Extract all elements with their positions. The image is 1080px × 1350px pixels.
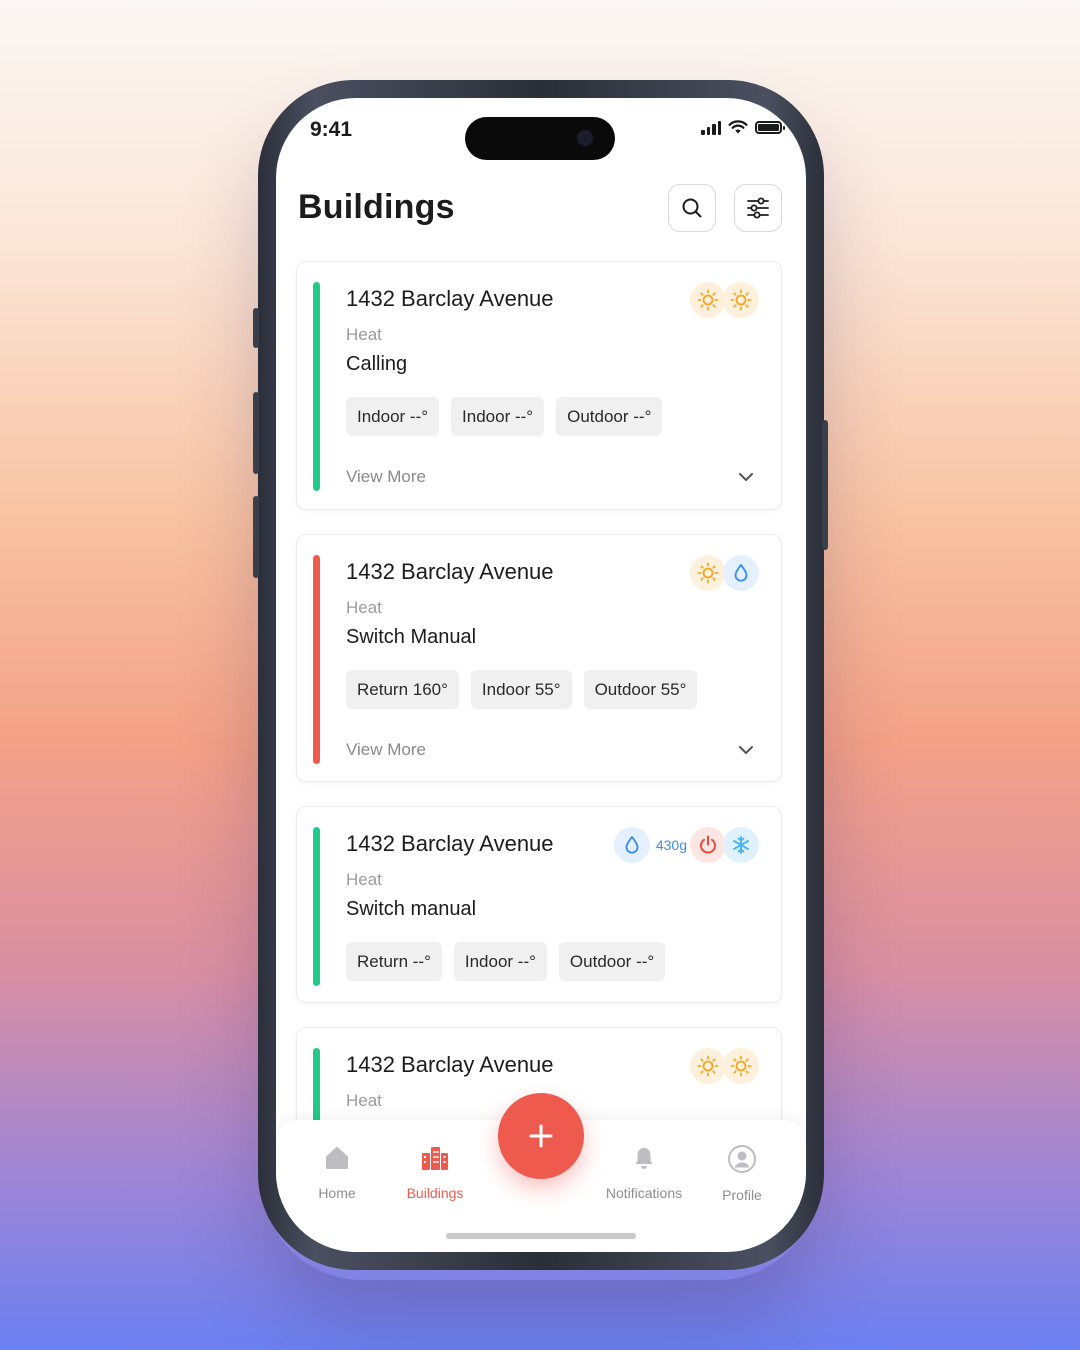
tab-label: Notifications xyxy=(605,1185,683,1201)
power-icon xyxy=(690,827,726,863)
page-title: Buildings xyxy=(298,188,455,226)
system-status: Calling xyxy=(346,353,408,375)
sun-icon xyxy=(690,555,726,591)
temperature-chip: Indoor --° xyxy=(451,397,545,436)
system-type: Heat xyxy=(346,325,382,344)
home-icon xyxy=(326,1147,348,1169)
status-accent-bar xyxy=(313,282,320,491)
side-button-power xyxy=(822,420,828,550)
temperature-chip: Outdoor 55° xyxy=(583,670,698,709)
tab-notifications[interactable]: Notifications xyxy=(598,1144,690,1201)
status-accent-bar xyxy=(313,827,320,986)
temperature-chip: Indoor --° xyxy=(346,397,440,436)
mode-badges xyxy=(690,555,759,591)
side-button-silent xyxy=(253,308,259,348)
building-card[interactable]: 1432 Barclay Avenue Heat Calling Indoor … xyxy=(296,261,782,510)
search-icon xyxy=(682,198,702,218)
system-status: Switch manual xyxy=(346,898,477,920)
tab-label: Profile xyxy=(722,1187,762,1203)
sun-icon xyxy=(723,282,759,318)
home-indicator[interactable] xyxy=(446,1233,636,1239)
signal-icon xyxy=(701,120,721,135)
status-time: 9:41 xyxy=(310,118,353,141)
system-type: Heat xyxy=(346,870,382,889)
water-level-text: 430g xyxy=(655,837,687,853)
temperature-chip: Return --° xyxy=(346,942,442,981)
temperature-chip: Indoor 55° xyxy=(470,670,572,709)
filter-button[interactable] xyxy=(734,184,782,232)
system-type: Heat xyxy=(346,598,382,617)
building-card[interactable]: 1432 Barclay Avenue Heat Switch Manual R… xyxy=(296,534,782,782)
wifi-icon xyxy=(728,120,748,134)
temperature-chip: Outdoor --° xyxy=(558,942,666,981)
building-address: 1432 Barclay Avenue xyxy=(346,831,554,856)
temperature-chips: Return 160° Indoor 55° Outdoor 55° xyxy=(346,670,698,709)
battery-icon xyxy=(755,121,785,134)
temperature-chips: Return --° Indoor --° Outdoor --° xyxy=(346,942,666,981)
status-accent-bar xyxy=(313,555,320,764)
side-button-volume-down xyxy=(253,496,259,578)
temperature-chip: Return 160° xyxy=(346,670,459,709)
tab-label: Buildings xyxy=(406,1185,464,1201)
side-button-volume-up xyxy=(253,392,259,474)
water-drop-icon xyxy=(613,827,650,863)
chevron-down-icon[interactable] xyxy=(737,741,755,759)
building-address: 1432 Barclay Avenue xyxy=(346,559,554,584)
add-building-button[interactable] xyxy=(498,1093,584,1179)
water-drop-icon xyxy=(723,555,759,591)
tab-home[interactable]: Home xyxy=(312,1144,362,1201)
chevron-down-icon[interactable] xyxy=(737,468,755,486)
dynamic-island xyxy=(465,117,615,160)
tab-profile[interactable]: Profile xyxy=(714,1144,770,1203)
plus-icon xyxy=(529,1124,553,1148)
mode-badges xyxy=(690,282,759,318)
view-more-link[interactable]: View More xyxy=(346,467,426,487)
system-status: Switch Manual xyxy=(346,626,477,648)
sliders-icon xyxy=(747,197,769,219)
mode-badges xyxy=(690,1048,759,1084)
building-address: 1432 Barclay Avenue xyxy=(346,1052,554,1077)
building-address: 1432 Barclay Avenue xyxy=(346,286,554,311)
system-type: Heat xyxy=(346,1091,382,1110)
sun-icon xyxy=(690,1048,726,1084)
temperature-chip: Indoor --° xyxy=(453,942,547,981)
phone-screen: 9:41 Buildings 1432 Barclay Avenue Heat … xyxy=(276,98,806,1252)
tab-label: Home xyxy=(318,1185,356,1201)
sun-icon xyxy=(723,1048,759,1084)
view-more-link[interactable]: View More xyxy=(346,740,426,760)
tab-buildings[interactable]: Buildings xyxy=(400,1144,470,1201)
search-button[interactable] xyxy=(668,184,716,232)
sun-icon xyxy=(690,282,726,318)
bell-icon xyxy=(635,1148,653,1169)
profile-icon xyxy=(728,1145,756,1173)
status-icons xyxy=(701,120,785,135)
building-card[interactable]: 1432 Barclay Avenue 430g Heat Switch man… xyxy=(296,806,782,1003)
mode-badges: 430g xyxy=(613,827,759,863)
temperature-chip: Outdoor --° xyxy=(556,397,663,436)
buildings-icon xyxy=(422,1147,448,1170)
temperature-chips: Indoor --° Indoor --° Outdoor --° xyxy=(346,397,663,436)
snowflake-icon xyxy=(723,827,759,863)
